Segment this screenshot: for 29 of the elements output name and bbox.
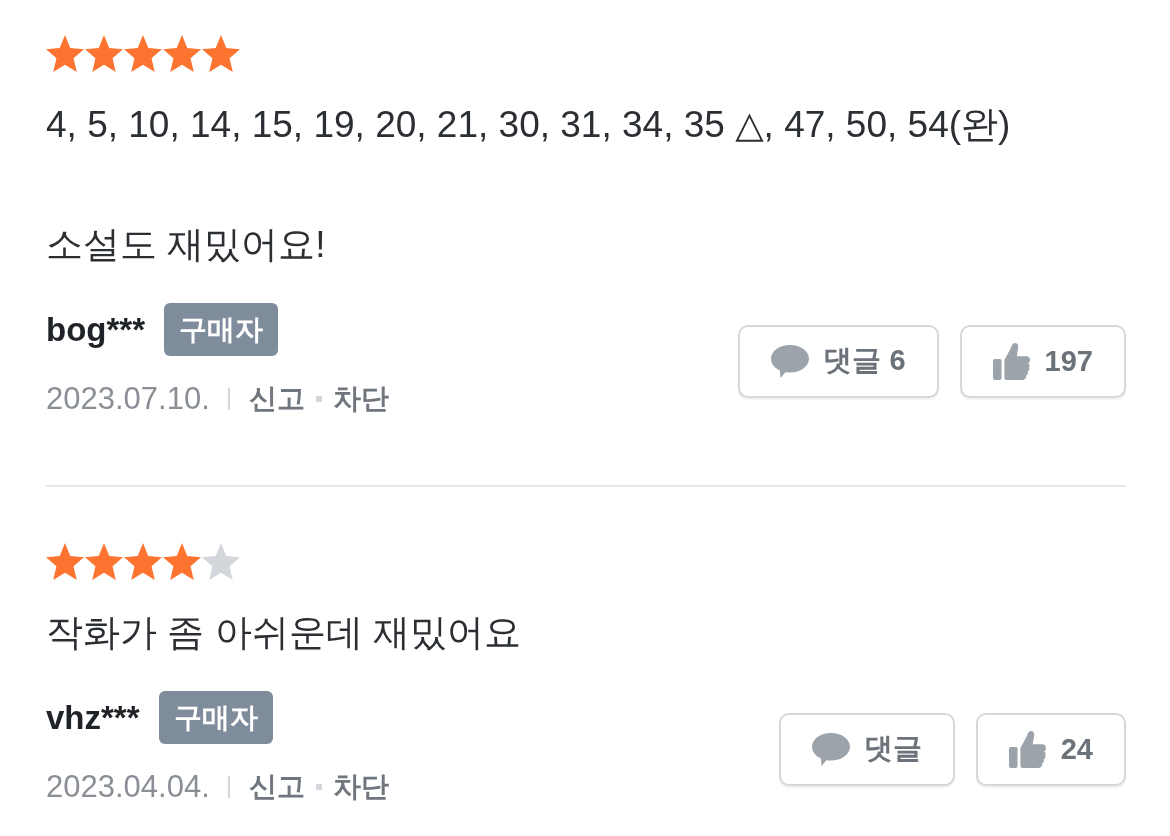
like-button[interactable]: 197 xyxy=(959,324,1126,398)
buyer-badge: 구매자 xyxy=(158,691,273,744)
like-button[interactable]: 24 xyxy=(975,712,1126,786)
comment-button[interactable]: 댓글 xyxy=(778,712,955,786)
buyer-badge: 구매자 xyxy=(164,303,278,356)
action-link[interactable]: 차단 xyxy=(332,767,389,807)
action-link[interactable]: 신고 xyxy=(248,379,305,419)
action-link[interactable]: 차단 xyxy=(332,379,389,419)
comment-button[interactable]: 댓글 6 xyxy=(738,324,939,398)
filled-star-icon xyxy=(46,35,84,72)
speech-bubble-icon xyxy=(771,344,810,378)
filled-star-icon xyxy=(124,35,162,72)
review-text: 작화가 좀 아쉬운데 재밌어요 xyxy=(46,611,522,655)
filled-star-icon xyxy=(163,543,201,580)
review-text: 4, 5, 10, 14, 15, 19, 20, 21, 30, 31, 34, 35 △, 47, 50, 54(완) 소설도 재밌어요! xyxy=(46,103,1012,267)
username: vhz*** xyxy=(46,698,140,737)
thumbs-up-icon xyxy=(992,341,1031,381)
filled-star-icon xyxy=(202,35,240,72)
action-link[interactable]: 신고 xyxy=(248,767,305,807)
thumbs-up-icon xyxy=(1008,729,1047,769)
username: bog*** xyxy=(46,310,145,349)
filled-star-icon xyxy=(85,543,123,580)
speech-bubble-icon xyxy=(811,732,850,766)
review-date: 2023.07.10. xyxy=(46,380,210,418)
filled-star-icon xyxy=(85,35,123,72)
filled-star-icon xyxy=(124,543,162,580)
review-date: 2023.04.04. xyxy=(46,768,210,806)
filled-star-icon xyxy=(163,35,201,72)
filled-star-icon xyxy=(46,543,84,580)
